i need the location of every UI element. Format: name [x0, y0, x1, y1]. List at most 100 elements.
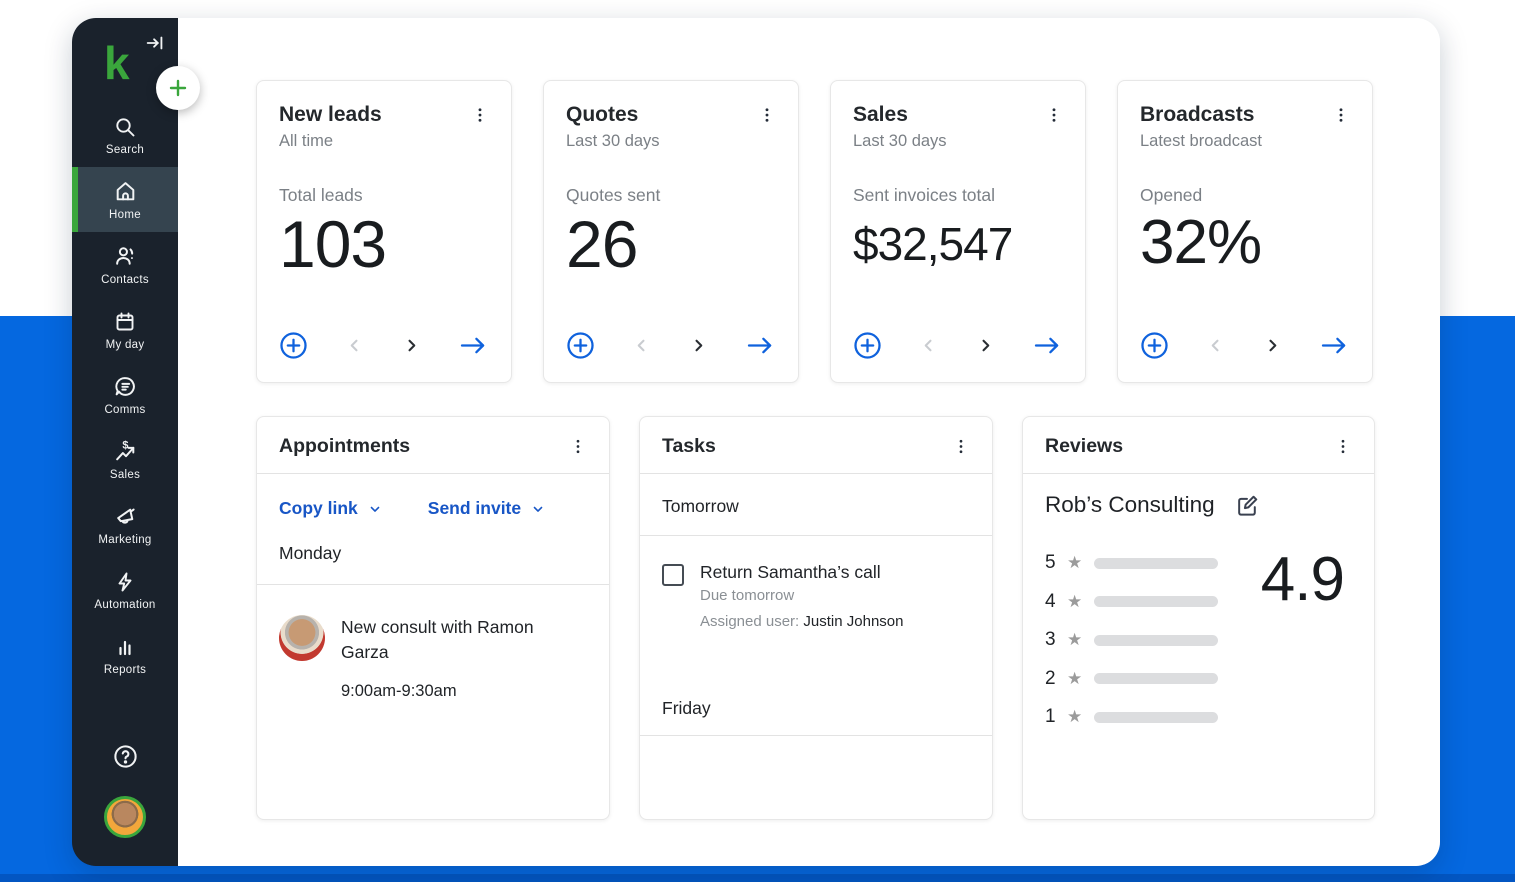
chevron-left-icon[interactable] [632, 336, 651, 355]
task-item[interactable]: Return Samantha’s call Due tomorrow Assi… [640, 536, 992, 630]
search-icon [112, 114, 138, 140]
home-icon [112, 179, 138, 205]
dollar-trend-icon: $ [112, 439, 138, 465]
chevron-right-icon[interactable] [689, 336, 708, 355]
sidebar-item-automation[interactable]: Automation [72, 557, 178, 622]
add-button[interactable] [156, 66, 200, 110]
task-assigned: Assigned user: Justin Johnson [700, 613, 903, 630]
chevron-right-icon[interactable] [1263, 336, 1282, 355]
rating-row-label: 4 [1045, 591, 1060, 613]
kebab-menu-icon[interactable] [758, 103, 776, 127]
add-record-button[interactable] [566, 331, 595, 360]
rating-row: 2 ★ [1045, 660, 1352, 699]
go-to-report-arrow-icon[interactable] [745, 334, 776, 357]
appointment-time: 9:00am-9:30am [341, 682, 571, 701]
chevron-left-icon[interactable] [1206, 336, 1225, 355]
user-avatar[interactable] [104, 796, 146, 838]
star-icon: ★ [1067, 592, 1082, 612]
metric-value: $32,547 [853, 220, 1063, 268]
review-rating-chart: 5 ★ 4 ★ 3 ★ [1045, 544, 1352, 737]
add-record-button[interactable] [279, 331, 308, 360]
kebab-menu-icon[interactable] [952, 434, 970, 458]
stats-row: New leads All time Total leads 103 [256, 80, 1373, 383]
add-record-button[interactable] [853, 331, 882, 360]
sidebar-item-search[interactable]: Search [72, 102, 178, 167]
lightning-icon [112, 569, 138, 595]
contact-avatar [279, 615, 325, 661]
chevron-down-icon [368, 502, 382, 516]
tasks-section-label: Tomorrow [640, 474, 992, 535]
sidebar-collapse-icon[interactable] [144, 32, 166, 54]
rating-row-label: 2 [1045, 668, 1060, 690]
metric-label: Opened [1140, 185, 1350, 206]
tasks-card: Tasks Tomorrow Return Samantha’s call Du… [639, 416, 993, 820]
chevron-left-icon[interactable] [345, 336, 364, 355]
sidebar-item-home[interactable]: Home [72, 167, 178, 232]
megaphone-icon [112, 504, 138, 530]
help-button[interactable] [72, 743, 178, 770]
rating-bar [1094, 635, 1218, 646]
reviews-card: Reviews Rob’s Consulting [1022, 416, 1375, 820]
sidebar-item-label: Search [106, 144, 144, 156]
sidebar-item-sales[interactable]: $ Sales [72, 427, 178, 492]
rating-bar [1094, 673, 1218, 684]
chevron-right-icon[interactable] [976, 336, 995, 355]
sidebar-item-label: Contacts [101, 274, 149, 286]
task-title: Return Samantha’s call [700, 562, 903, 583]
card-title: Quotes [566, 103, 638, 127]
panel-title: Appointments [279, 435, 410, 458]
kebab-menu-icon[interactable] [471, 103, 489, 127]
kebab-menu-icon[interactable] [569, 434, 587, 458]
panel-title: Reviews [1045, 435, 1123, 458]
sidebar-item-reports[interactable]: Reports [72, 622, 178, 687]
card-subtitle: All time [279, 132, 489, 151]
metric-value: 103 [279, 210, 489, 279]
card-title: Sales [853, 103, 908, 127]
calendar-icon [112, 309, 138, 335]
assigned-user-name: Justin Johnson [803, 613, 903, 630]
stat-card-sales: Sales Last 30 days Sent invoices total $… [830, 80, 1086, 383]
main-content: New leads All time Total leads 103 [178, 18, 1440, 866]
rating-bar [1094, 712, 1218, 723]
task-checkbox[interactable] [662, 564, 684, 586]
send-invite-dropdown[interactable]: Send invite [428, 498, 545, 519]
copy-link-dropdown[interactable]: Copy link [279, 498, 382, 519]
metric-value: 32% [1140, 210, 1350, 275]
star-icon: ★ [1067, 669, 1082, 689]
add-record-button[interactable] [1140, 331, 1169, 360]
chat-icon [112, 374, 138, 400]
sidebar-item-marketing[interactable]: Marketing [72, 492, 178, 557]
chevron-right-icon[interactable] [402, 336, 421, 355]
sidebar-item-comms[interactable]: Comms [72, 362, 178, 427]
card-subtitle: Latest broadcast [1140, 132, 1350, 151]
copy-link-label: Copy link [279, 498, 358, 519]
sidebar-item-label: Reports [104, 664, 146, 676]
kebab-menu-icon[interactable] [1332, 103, 1350, 127]
keap-logo[interactable]: k [104, 40, 130, 86]
card-title: New leads [279, 103, 382, 127]
rating-row-label: 1 [1045, 706, 1060, 728]
kebab-menu-icon[interactable] [1045, 103, 1063, 127]
app-window: k Search Home [72, 18, 1440, 866]
go-to-report-arrow-icon[interactable] [458, 334, 489, 357]
kebab-menu-icon[interactable] [1334, 434, 1352, 458]
appointments-day-label: Monday [257, 541, 609, 584]
sidebar-item-contacts[interactable]: Contacts [72, 232, 178, 297]
plus-icon [166, 76, 190, 100]
tasks-section-label: Friday [640, 676, 992, 735]
edit-icon[interactable] [1235, 493, 1260, 518]
business-name: Rob’s Consulting [1045, 492, 1215, 518]
svg-text:$: $ [122, 439, 128, 451]
sidebar-item-label: Comms [104, 404, 145, 416]
rating-bar [1094, 596, 1218, 607]
go-to-report-arrow-icon[interactable] [1319, 334, 1350, 357]
send-invite-label: Send invite [428, 498, 521, 519]
chevron-left-icon[interactable] [919, 336, 938, 355]
star-icon: ★ [1067, 553, 1082, 573]
go-to-report-arrow-icon[interactable] [1032, 334, 1063, 357]
sidebar-item-my-day[interactable]: My day [72, 297, 178, 362]
assigned-user-label: Assigned user: [700, 613, 799, 630]
star-icon: ★ [1067, 707, 1082, 727]
stat-card-quotes: Quotes Last 30 days Quotes sent 26 [543, 80, 799, 383]
appointment-item[interactable]: New consult with Ramon Garza 9:00am-9:30… [257, 585, 609, 731]
